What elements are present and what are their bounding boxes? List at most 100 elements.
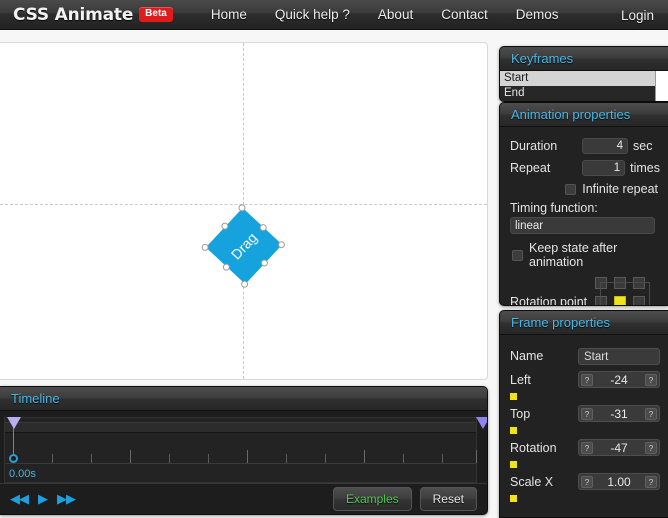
rotation-point-center[interactable] xyxy=(614,296,627,305)
timeline-keyframe-track[interactable] xyxy=(5,422,476,433)
frame-top-stepper[interactable]: ? -31 ? xyxy=(578,405,660,422)
nav-links: Home Quick help ? About Contact Demos xyxy=(197,7,573,22)
infinite-repeat-checkbox[interactable] xyxy=(565,183,577,195)
frame-left-stepper[interactable]: ? -24 ? xyxy=(578,371,660,388)
repeat-row: Repeat 1 times xyxy=(500,157,668,179)
frame-scalex-stepper[interactable]: ? 1.00 ? xyxy=(578,473,660,490)
frame-top-increment[interactable]: ? xyxy=(645,407,657,420)
timeline-footer: ◀◀ ▶ ▶▶ Examples Reset xyxy=(0,483,487,514)
timeline-keyframe-marker-end[interactable] xyxy=(476,417,487,429)
rotation-point-top-center[interactable] xyxy=(614,277,627,289)
frame-scalex-keyframe-marker[interactable] xyxy=(510,495,517,502)
top-navigation-bar: CSS Animate Beta Home Quick help ? About… xyxy=(0,0,668,30)
timeline-panel: Timeline 0.00s ◀◀ ▶ ▶▶ Examples Reset xyxy=(0,386,488,515)
keyframes-panel-header: Keyframes xyxy=(500,47,668,71)
draggable-element[interactable]: Drag xyxy=(200,202,287,290)
frame-name-label: Name xyxy=(510,349,544,363)
timeline-playhead-dot[interactable] xyxy=(9,454,18,463)
nav-item-home[interactable]: Home xyxy=(197,7,261,22)
keyframes-panel-title: Keyframes xyxy=(511,51,574,66)
brand-title: CSS Animate xyxy=(13,4,134,25)
timeline-timecode: 0.00s xyxy=(9,468,36,480)
forward-icon[interactable]: ▶▶ xyxy=(57,491,76,507)
infinite-repeat-label: Infinite repeat xyxy=(582,182,658,196)
frame-rotation-label: Rotation xyxy=(510,440,557,455)
frame-scalex-decrement[interactable]: ? xyxy=(581,475,593,488)
frame-top-keyframe-marker[interactable] xyxy=(510,427,517,434)
keyframe-item-end[interactable]: End xyxy=(500,86,656,101)
nav-item-quick-help[interactable]: Quick help ? xyxy=(261,7,364,22)
frame-top-row: Top ? -31 ? xyxy=(500,403,668,424)
beta-badge: Beta xyxy=(139,7,173,22)
rotation-point-row: Rotation point xyxy=(500,269,668,306)
keep-state-label: Keep state after animation xyxy=(529,241,618,269)
keyframe-item-start[interactable]: Start xyxy=(500,71,656,86)
frame-rotation-decrement[interactable]: ? xyxy=(581,441,593,454)
keep-state-checkbox[interactable] xyxy=(512,249,523,261)
frame-scalex-label: Scale X xyxy=(510,474,554,489)
duration-input[interactable]: 4 xyxy=(582,138,628,154)
animation-properties-header: Animation properties xyxy=(500,103,668,127)
frame-left-value[interactable]: -24 xyxy=(593,373,645,387)
keyframes-scrollbar[interactable] xyxy=(655,71,668,101)
keep-state-row[interactable]: Keep state after animation xyxy=(500,234,668,269)
repeat-input[interactable]: 1 xyxy=(582,160,626,176)
keyframes-list[interactable]: Start End xyxy=(500,71,668,101)
frame-properties-body: Name Start Left ? -24 ? Top ? -31 ? Rota… xyxy=(500,335,668,505)
frame-top-keyframe-row xyxy=(500,424,668,437)
rotation-point-top-right[interactable] xyxy=(633,277,646,289)
frame-rotation-increment[interactable]: ? xyxy=(645,441,657,454)
rotation-point-grid[interactable] xyxy=(595,277,651,305)
play-icon[interactable]: ▶ xyxy=(38,491,48,507)
rotation-point-label: Rotation point xyxy=(510,295,588,306)
transport-controls: ◀◀ ▶ ▶▶ xyxy=(0,491,76,507)
frame-left-keyframe-marker[interactable] xyxy=(510,393,517,400)
keyframes-panel: Keyframes Start End xyxy=(499,46,668,102)
animation-properties-panel: Animation properties Duration 4 sec Repe… xyxy=(499,102,668,306)
nav-item-contact[interactable]: Contact xyxy=(427,7,502,22)
timeline-playhead-handle[interactable] xyxy=(7,417,21,429)
timeline-panel-title: Timeline xyxy=(11,391,60,406)
timing-function-label: Timing function: xyxy=(510,201,598,215)
timeline-ruler xyxy=(5,446,477,464)
rotation-point-middle-left[interactable] xyxy=(595,296,608,305)
infinite-repeat-row[interactable]: Infinite repeat xyxy=(500,179,668,196)
examples-button[interactable]: Examples xyxy=(332,487,412,511)
animation-stage[interactable]: Drag xyxy=(0,42,488,380)
frame-top-value[interactable]: -31 xyxy=(593,407,645,421)
frame-rotation-value[interactable]: -47 xyxy=(593,441,645,455)
frame-rotation-stepper[interactable]: ? -47 ? xyxy=(578,439,660,456)
timeline-panel-header: Timeline xyxy=(0,387,487,411)
brand-logo[interactable]: CSS Animate Beta xyxy=(13,5,173,25)
frame-properties-panel: Frame properties Name Start Left ? -24 ?… xyxy=(499,310,668,518)
frame-properties-header: Frame properties xyxy=(500,311,668,335)
repeat-unit: times xyxy=(630,161,660,175)
rotation-point-middle-right[interactable] xyxy=(633,296,646,305)
frame-name-input[interactable]: Start xyxy=(578,347,660,365)
reset-button[interactable]: Reset xyxy=(419,487,477,511)
rotation-point-top-left[interactable] xyxy=(595,277,608,289)
login-link[interactable]: Login xyxy=(613,0,662,30)
animation-properties-title: Animation properties xyxy=(511,107,631,122)
frame-rotation-keyframe-row xyxy=(500,458,668,471)
frame-rotation-keyframe-marker[interactable] xyxy=(510,461,517,468)
draggable-element-label: Drag xyxy=(227,229,261,263)
frame-rotation-row: Rotation ? -47 ? xyxy=(500,437,668,458)
frame-scalex-value[interactable]: 1.00 xyxy=(593,475,645,489)
frame-scalex-increment[interactable]: ? xyxy=(645,475,657,488)
frame-left-decrement[interactable]: ? xyxy=(581,373,593,386)
frame-top-decrement[interactable]: ? xyxy=(581,407,593,420)
frame-left-row: Left ? -24 ? xyxy=(500,369,668,390)
frame-left-label: Left xyxy=(510,372,531,387)
duration-row: Duration 4 sec xyxy=(500,135,668,157)
nav-item-demos[interactable]: Demos xyxy=(502,7,573,22)
rewind-icon[interactable]: ◀◀ xyxy=(10,491,29,507)
timeline-track-area[interactable]: 0.00s xyxy=(4,417,487,483)
frame-left-increment[interactable]: ? xyxy=(645,373,657,386)
duration-unit: sec xyxy=(633,139,653,153)
animation-properties-body: Duration 4 sec Repeat 1 times Infinite r… xyxy=(500,127,668,306)
duration-label: Duration xyxy=(510,139,558,153)
nav-item-about[interactable]: About xyxy=(364,7,427,22)
frame-scalex-row: Scale X ? 1.00 ? xyxy=(500,471,668,492)
timing-function-select[interactable]: linear xyxy=(510,217,655,234)
